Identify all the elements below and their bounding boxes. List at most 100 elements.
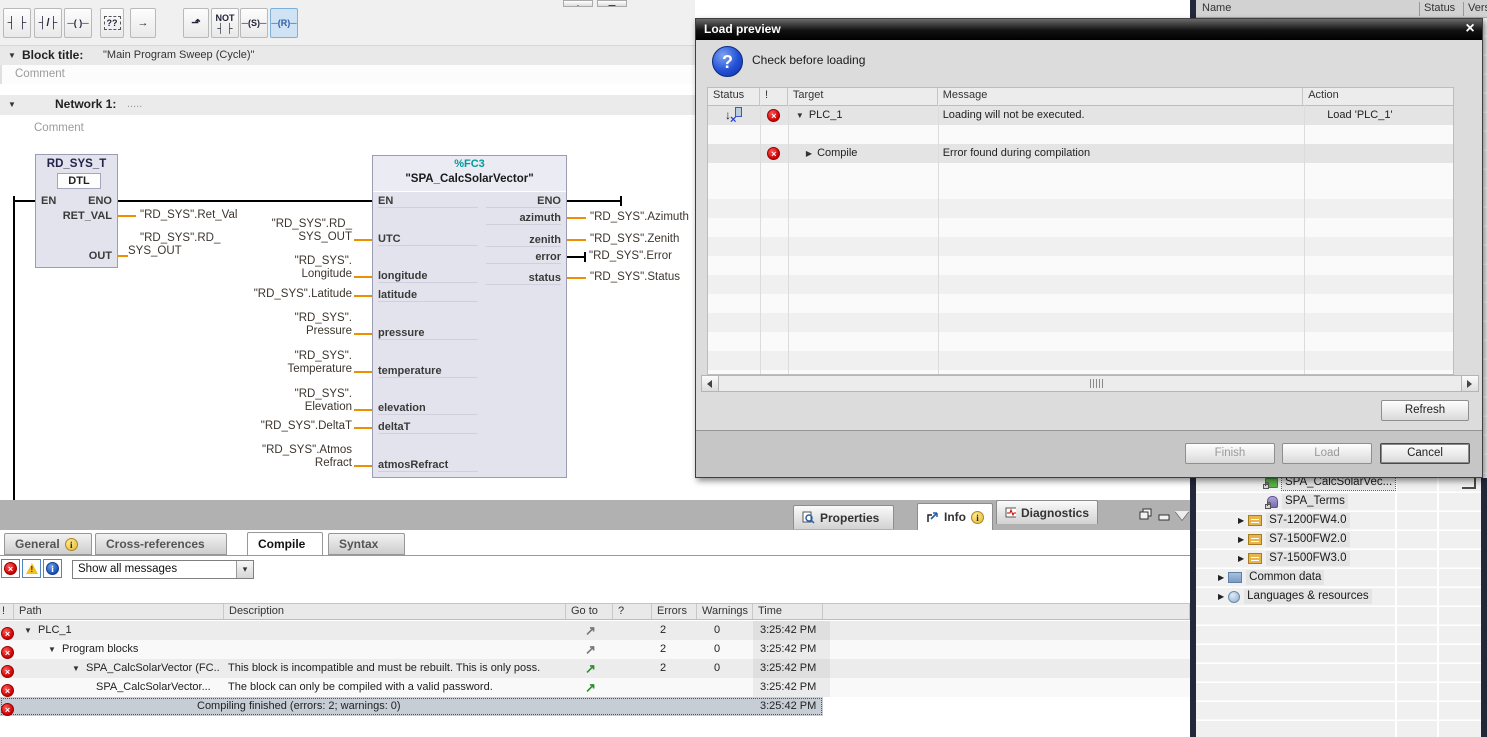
rd-sys-t-block[interactable]: RD_SYS_T DTL EN ENO RET_VAL OUT xyxy=(35,154,118,268)
subtab-cross-references[interactable]: Cross-references xyxy=(95,533,227,555)
spa-calcsolarvector-block[interactable]: %FC3 "SPA_CalcSolarVector" EN UTC longit… xyxy=(372,155,567,478)
expand-icon[interactable]: ▶ xyxy=(1238,516,1244,525)
col-alert[interactable]: ! xyxy=(0,604,14,619)
col-status[interactable]: Status xyxy=(1424,0,1455,17)
scrollbar-grip[interactable] xyxy=(1090,379,1104,388)
tree-item-languages-resources[interactable]: ▶ Languages & resources xyxy=(1218,588,1372,605)
load-row-compile[interactable]: × ▶Compile Error found during compilatio… xyxy=(708,144,1453,163)
col-message[interactable]: Message xyxy=(938,88,1304,105)
coil-icon[interactable]: ─( )─ xyxy=(64,8,92,38)
message-filter-dropdown[interactable]: Show all messages ▾ xyxy=(72,560,254,579)
operand-atmosrefract[interactable]: "RD_SYS".Atmos Refract xyxy=(222,444,352,470)
block-type-dropdown[interactable]: DTL xyxy=(57,173,101,189)
scroll-left-icon[interactable] xyxy=(702,376,719,391)
horizontal-scrollbar[interactable] xyxy=(701,375,1479,392)
col-question[interactable]: ? xyxy=(613,604,652,619)
goto-arrow-icon[interactable]: ↗ xyxy=(585,621,596,640)
network-title-placeholder[interactable]: ..... xyxy=(127,95,142,114)
close-branch-icon[interactable]: ⬏ xyxy=(183,8,209,38)
goto-arrow-icon[interactable]: ↗ xyxy=(585,678,596,697)
load-row-plc[interactable]: ↓ × × ▼PLC_1 Loading will not be execute… xyxy=(708,106,1453,125)
dialog-titlebar[interactable]: Load preview × xyxy=(696,19,1482,40)
scroll-right-icon[interactable] xyxy=(1461,376,1478,391)
goto-arrow-icon[interactable]: ↗ xyxy=(585,640,596,659)
finish-button[interactable]: Finish xyxy=(1185,443,1275,464)
tab-info[interactable]: Info i xyxy=(917,503,993,530)
reset-coil-icon[interactable]: ─(R)─ xyxy=(270,8,298,38)
tree-item-s7-1200fw40[interactable]: ▶ S7-1200FW4.0 xyxy=(1238,512,1350,529)
pin-azimuth[interactable]: azimuth xyxy=(486,212,561,225)
subtab-syntax[interactable]: Syntax xyxy=(328,533,405,555)
operand-temperature[interactable]: "RD_SYS". Temperature xyxy=(222,350,352,376)
col-path[interactable]: Path xyxy=(14,604,224,619)
operand-longitude[interactable]: "RD_SYS". Longitude xyxy=(222,255,352,281)
operand-elevation[interactable]: "RD_SYS". Elevation xyxy=(222,388,352,414)
tab-properties[interactable]: Properties xyxy=(793,505,894,529)
pin-latitude[interactable]: latitude xyxy=(378,289,478,302)
contact-no-icon[interactable]: ┤ ├ xyxy=(3,8,31,38)
block-title-bar[interactable]: ▼ Block title: "Main Program Sweep (Cycl… xyxy=(0,46,695,65)
pin-temperature[interactable]: temperature xyxy=(378,365,478,378)
col-action[interactable]: Action xyxy=(1303,88,1453,105)
scroll-down-button[interactable] xyxy=(597,0,627,7)
pane-float-button[interactable] xyxy=(1139,508,1153,524)
pin-utc[interactable]: UTC xyxy=(378,233,478,246)
pin-ret-val[interactable]: RET_VAL xyxy=(63,210,112,222)
pin-eno[interactable]: ENO xyxy=(88,195,112,207)
col-errors[interactable]: Errors xyxy=(652,604,697,619)
pin-zenith[interactable]: zenith xyxy=(486,234,561,247)
operand-pressure[interactable]: "RD_SYS". Pressure xyxy=(222,312,352,338)
operand-utc[interactable]: "RD_SYS".RD_ SYS_OUT xyxy=(222,218,352,244)
col-name[interactable]: Name xyxy=(1202,0,1231,17)
dropdown-arrow-icon[interactable]: ▾ xyxy=(236,561,253,578)
collapse-icon[interactable]: ▼ xyxy=(8,95,16,114)
operand-deltat[interactable]: "RD_SYS".DeltaT xyxy=(222,420,352,433)
col-time[interactable]: Time xyxy=(753,604,823,619)
close-icon[interactable]: × xyxy=(1460,20,1480,38)
operand-error[interactable]: "RD_SYS".Error xyxy=(589,250,672,263)
filter-warnings-button[interactable]: ! xyxy=(22,559,41,578)
expand-icon[interactable]: ▶ xyxy=(1238,554,1244,563)
load-button[interactable]: Load xyxy=(1282,443,1372,464)
tree-item-spa-terms[interactable]: SPA_Terms xyxy=(1267,493,1348,510)
col-version[interactable]: Versi xyxy=(1468,0,1487,17)
operand-azimuth[interactable]: "RD_SYS".Azimuth xyxy=(590,211,689,224)
compile-row-password-error[interactable]: × SPA_CalcSolarVector... The block can o… xyxy=(0,678,1190,697)
expand-icon[interactable]: ▶ xyxy=(1218,573,1224,582)
pin-pressure[interactable]: pressure xyxy=(378,327,478,340)
open-branch-icon[interactable]: → xyxy=(130,8,156,38)
cancel-button[interactable]: Cancel xyxy=(1380,443,1470,464)
col-alert[interactable]: ! xyxy=(760,88,788,105)
subtab-compile[interactable]: Compile xyxy=(247,532,323,556)
network-header[interactable]: ▼ Network 1: ..... xyxy=(0,95,695,115)
filter-errors-button[interactable]: × xyxy=(1,559,20,578)
network-comment-placeholder[interactable]: Comment xyxy=(34,122,84,134)
pin-longitude[interactable]: longitude xyxy=(378,270,478,283)
tab-diagnostics[interactable]: Diagnostics xyxy=(996,500,1098,524)
col-warnings[interactable]: Warnings xyxy=(697,604,753,619)
filter-info-button[interactable]: i xyxy=(43,559,62,578)
col-description[interactable]: Description xyxy=(224,604,566,619)
action-cell[interactable]: Load 'PLC_1' xyxy=(1303,106,1453,125)
expand-icon[interactable]: ▼ xyxy=(24,621,32,640)
pane-minimize-button[interactable] xyxy=(1158,513,1170,525)
block-title-value[interactable]: "Main Program Sweep (Cycle)" xyxy=(103,46,254,65)
col-target[interactable]: Target xyxy=(788,88,938,105)
pin-error[interactable]: error xyxy=(486,251,561,264)
scroll-up-button[interactable] xyxy=(563,0,593,7)
dialog-resize-grip[interactable] xyxy=(1462,478,1476,489)
goto-arrow-icon[interactable]: ↗ xyxy=(585,659,596,678)
pin-out[interactable]: OUT xyxy=(89,250,112,262)
operand-latitude[interactable]: "RD_SYS".Latitude xyxy=(222,288,352,301)
pin-status[interactable]: status xyxy=(486,272,561,285)
tree-item-common-data[interactable]: ▶ Common data xyxy=(1218,569,1324,586)
set-coil-icon[interactable]: ─(S)─ xyxy=(240,8,268,38)
expand-icon[interactable]: ▶ xyxy=(806,149,812,158)
expand-icon[interactable]: ▶ xyxy=(1238,535,1244,544)
pin-eno[interactable]: ENO xyxy=(486,195,561,208)
col-status[interactable]: Status xyxy=(708,88,760,105)
compile-row-finished[interactable]: × Compiling finished (errors: 2; warning… xyxy=(0,697,1190,716)
pin-atmosrefract[interactable]: atmosRefract xyxy=(378,459,478,472)
block-comment-field[interactable]: Comment xyxy=(0,65,697,84)
empty-box-icon[interactable]: ?? xyxy=(100,8,124,38)
